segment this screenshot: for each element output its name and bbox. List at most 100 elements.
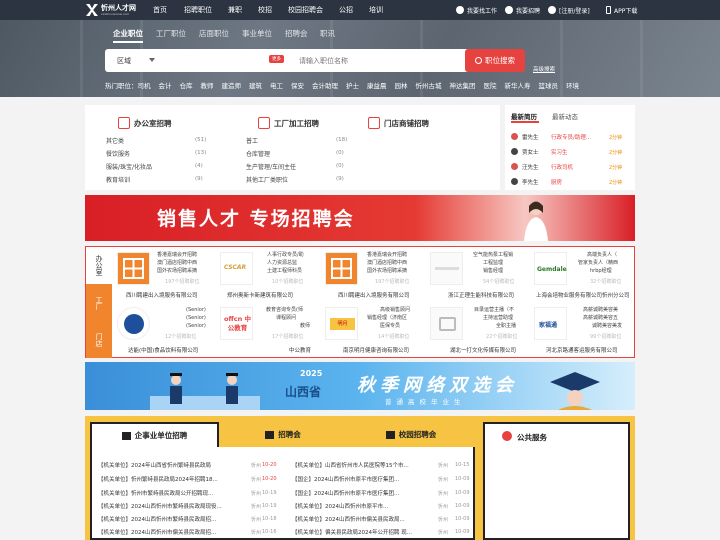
hot-job[interactable]: 新华人寿 [505,80,531,90]
company-name[interactable]: 上海会培物业服务有限公司忻州分公司 [536,291,630,299]
company-logo[interactable] [117,252,150,285]
hot-job[interactable]: 保安 [291,80,304,90]
job-link[interactable]: 【机关单位】2024山西忻州市原平市... [292,502,422,510]
tab-company-jobs[interactable]: 企业职位 [113,28,143,43]
tab-factory-jobs[interactable]: 工厂职位 [156,28,186,39]
hot-job[interactable]: 会计 [159,80,172,90]
job-link[interactable]: 【机关单位】2024年山西省忻州繁峙县民政局 [98,461,248,469]
resume-link[interactable]: 实习生 [551,148,568,156]
job-link[interactable]: 【机关单位】2024山西忻州市偏关县民政局... [292,515,422,523]
company-name[interactable]: 南京明月健康咨询有限公司 [343,346,409,354]
nav-home[interactable]: 首页 [153,0,167,20]
company-logo[interactable]: offcn 中公教育 [220,307,253,340]
office-jobs-heading[interactable]: 办公室招聘 [118,117,172,129]
company-logo[interactable] [430,252,463,285]
resume-link[interactable]: 厨房 [551,178,562,186]
grid-logo-icon [123,258,144,279]
tab-latest-resumes[interactable]: 最新简历 [511,111,537,121]
nav-public[interactable]: 公招 [339,0,353,20]
category-item[interactable]: 普工 [246,136,258,145]
company-name[interactable]: 郑州奥新卡新建筑有限公司 [227,291,293,299]
company-logo[interactable]: 家福通 [534,307,567,340]
hot-job[interactable]: 护士 [346,80,359,90]
nav-campus-fair[interactable]: 校园招聘会 [288,0,323,20]
hot-job[interactable]: 会计助理 [312,80,338,90]
hire-link[interactable]: 我要招聘 [505,0,540,20]
company-logo[interactable] [117,307,150,340]
company-name[interactable]: 达能(中国)食品饮料有限公司 [128,346,198,354]
nav-training[interactable]: 培训 [369,0,383,20]
tab-campus-fairs[interactable]: 校园招聘会 [347,422,475,447]
company-name[interactable]: 西川聘建出入境服务有限公司 [338,291,410,299]
tab-fairs[interactable]: 招聘会 [285,28,308,39]
job-link[interactable]: 【机关单位】2024山西忻州市偏关县民政局招... [98,528,248,536]
nav-parttime[interactable]: 兼职 [228,0,242,20]
camera-icon [439,317,456,331]
tab-store-jobs[interactable]: 店面职位 [199,28,229,39]
category-item[interactable]: 服装/珠宝/化妆品 [106,162,152,171]
tab-institutions[interactable]: 事业单位 [242,28,272,39]
job-link[interactable]: 【国企】2024山西忻州市原平市医疗集团... [292,475,422,483]
company-logo[interactable] [325,252,358,285]
category-item[interactable]: 餐饮服务 [106,149,130,158]
hot-job[interactable]: 电工 [270,80,283,90]
store-jobs-heading[interactable]: 门店商铺招聘 [368,117,429,129]
hot-job[interactable]: 神达集团 [450,80,476,90]
area-select[interactable]: 区域 [117,56,131,66]
tab-institution-jobs[interactable]: 企事业单位招聘 [90,422,219,447]
job-link[interactable]: 【机关单位】忻州市繁峙县民政局公开招聘现... [98,489,248,497]
company-logo[interactable]: 明月 [325,307,358,340]
hot-job[interactable]: 环境 [566,80,579,90]
hot-job[interactable]: 建造师 [222,80,242,90]
resume-link[interactable]: 行政司机 [551,163,573,171]
company-name[interactable]: 河北京路通客运服务有限公司 [546,346,618,354]
ent-tab-store[interactable]: 门店 [86,321,112,358]
hot-job[interactable]: 仓库 [180,80,193,90]
autumn-fair-banner[interactable]: 2025 山西省 秋季网络双选会 普通高校毕业生 [85,362,635,410]
hot-job[interactable]: 忻州古城 [416,80,442,90]
site-logo[interactable]: 忻州人才网 xinzhourencai.com [86,3,136,17]
more-badge[interactable]: 更多 [269,55,284,63]
ent-tab-office[interactable]: 办公室 [86,247,112,284]
category-item[interactable]: 其它类 [106,136,124,145]
company-name[interactable]: 西川聘建出入境服务有限公司 [126,291,198,299]
tab-latest-news[interactable]: 最新动态 [552,111,578,121]
category-item[interactable]: 其他工厂类职位 [246,175,288,184]
job-link[interactable]: 【机关单位】2024山西忻州市繁峙县民政局现役... [98,502,248,510]
app-download[interactable]: APP下载 [606,0,637,20]
job-link[interactable]: 【机关单位】忻州繁峙县民政局2024年招聘18... [98,475,248,483]
company-name[interactable]: 湖北一打文化传媒有限公司 [450,346,516,354]
user-icon [456,6,464,14]
ent-tab-factory[interactable]: 工厂 [86,284,112,321]
job-link[interactable]: 【机关单位】山西省忻州市人民医院等15个市... [292,461,422,469]
tab-news[interactable]: 职讯 [320,28,335,39]
company-name[interactable]: 中公教育 [289,346,311,354]
hot-job[interactable]: 建筑 [249,80,262,90]
tab-job-fairs[interactable]: 招聘会 [219,422,347,447]
job-link[interactable]: 【机关单位】2024山西忻州市繁峙县民政局招... [98,515,248,523]
sales-fair-banner[interactable]: 销售人才 专场招聘会 [85,195,635,241]
company-logo[interactable] [430,307,463,340]
hot-job[interactable]: 教师 [201,80,214,90]
category-item[interactable]: 仓库管理 [246,149,270,158]
factory-jobs-heading[interactable]: 工厂加工招聘 [258,117,319,129]
company-logo[interactable]: Gemdale [534,252,567,285]
job-link[interactable]: 【机关单位】偏关县民政局2024年公开招聘 现... [292,528,422,536]
hot-job[interactable]: 康益晨 [367,80,387,90]
hot-jobs-label: 热门职位：司机 [105,82,151,90]
category-item[interactable]: 教育培训 [106,175,130,184]
nav-jobs[interactable]: 招聘职位 [184,0,212,20]
hot-job[interactable]: 医院 [484,80,497,90]
resume-link[interactable]: 行政专员/助理... [551,133,591,141]
job-link[interactable]: 【国企】2024山西忻州市原平市医疗集团... [292,489,422,497]
advanced-search-link[interactable]: 高级搜索 [533,65,555,73]
find-job-link[interactable]: 我要找工作 [456,0,497,20]
hot-job[interactable]: 园林 [395,80,408,90]
login-link[interactable]: [注册/登录] [548,0,590,20]
company-name[interactable]: 浙江正理生能科技有限公司 [448,291,514,299]
search-button[interactable]: 职位搜索 [465,49,525,72]
nav-campus[interactable]: 校招 [258,0,272,20]
category-item[interactable]: 生产管理/车间主任 [246,162,296,171]
hot-job[interactable]: 篮球员 [539,80,559,90]
company-logo[interactable]: CSCAR [220,252,253,285]
